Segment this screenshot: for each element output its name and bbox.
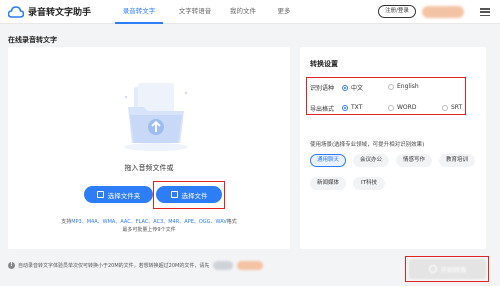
page-title: 在线录音转文字 [8, 36, 57, 44]
scene-tag-chat[interactable]: 通用聊天 [310, 154, 346, 167]
folder-icon [96, 191, 104, 198]
radio-icon [442, 104, 448, 111]
formats-list: MP3、M4A、WMA、AAC、FLAC、AC3、M4R、APE、OGG、WAV [71, 219, 227, 225]
format-option-txt[interactable]: TXT [342, 104, 362, 111]
info-icon: ! [8, 262, 15, 269]
settings-panel: 转换设置 识别语种 中文 English 导出格式 TXT WORD SRT 使… [300, 47, 486, 249]
format-option-srt-label: SRT [451, 104, 463, 111]
select-folder-button[interactable]: 选择文件夹 [84, 186, 153, 203]
scene-tag-writing[interactable]: 情感写作 [396, 154, 432, 167]
scene-tag-news[interactable]: 新闻媒体 [310, 177, 346, 190]
cloud-logo-icon [8, 5, 24, 18]
radio-selected-icon [342, 84, 348, 91]
formats-prefix: 支持 [61, 219, 72, 225]
top-bar: 录音转文字助手 录音转文字 文字转语音 我的文件 更多 注册/登录 [0, 0, 500, 24]
format-option-srt[interactable]: SRT [442, 104, 462, 111]
blurred-upgrade-link[interactable] [237, 261, 264, 270]
language-option-en-label: English [397, 83, 419, 90]
app-logo[interactable]: 录音转文字助手 [8, 5, 91, 18]
format-label: 导出格式 [310, 106, 335, 113]
supported-formats: 支持MP3、M4A、WMA、AAC、FLAC、AC3、M4R、APE、OGG、W… [8, 218, 290, 225]
highlight-box-select-file [153, 181, 225, 209]
format-row: 导出格式 [310, 104, 342, 113]
language-option-zh[interactable]: 中文 [342, 83, 363, 92]
language-option-en[interactable]: English [388, 83, 419, 90]
main-nav: 录音转文字 文字转语音 我的文件 更多 [112, 0, 294, 24]
upload-limit-text: 最多可批量上传9个文件 [122, 227, 176, 233]
scene-description: 使用场景(选择专业领域，可提升相对识别效果) [310, 142, 425, 148]
format-option-word[interactable]: WORD [388, 104, 416, 111]
formats-suffix: 格式 [226, 219, 237, 225]
start-convert-label: 开始转换 [440, 266, 467, 274]
radio-selected-icon [342, 104, 348, 111]
login-button[interactable]: 注册/登录 [378, 5, 416, 18]
user-avatar-blurred[interactable] [422, 6, 464, 18]
hamburger-menu-icon[interactable] [480, 8, 490, 17]
language-label: 识别语种 [310, 85, 335, 92]
size-notice-text: 自动录音转文字体验员单次仅可转换小于20M的文件，若想转换超过20M的文件，请先 [18, 263, 210, 269]
format-option-word-label: WORD [397, 104, 417, 111]
app-title: 录音转文字助手 [28, 8, 92, 18]
nav-tab-more[interactable]: 更多 [274, 0, 294, 24]
convert-icon [428, 265, 437, 273]
drop-label: 拖入音频文件或 [124, 164, 174, 172]
scene-tag-meeting[interactable]: 会议办公 [353, 154, 389, 167]
scene-tag-it[interactable]: IT科技 [353, 177, 385, 190]
start-convert-button[interactable]: 开始转换 [409, 259, 486, 279]
nav-tab-text-to-speech[interactable]: 文字转语音 [174, 0, 216, 24]
radio-icon [388, 104, 394, 111]
radio-icon [388, 83, 394, 90]
language-option-zh-label: 中文 [351, 85, 364, 92]
scene-tag-education[interactable]: 教育培训 [439, 154, 475, 167]
format-option-txt-label: TXT [351, 104, 363, 111]
language-row: 识别语种 [310, 83, 342, 92]
upload-dropzone[interactable]: 拖入音频文件或 选择文件夹 选择文件 支持MP3、M4A、WMA、AAC、FLA… [8, 47, 290, 249]
nav-tab-my-files[interactable]: 我的文件 [226, 0, 260, 24]
upload-folder-illustration-icon [120, 77, 192, 153]
blurred-price [213, 261, 234, 270]
select-folder-label: 选择文件夹 [107, 191, 141, 200]
size-notice: ! 自动录音转文字体验员单次仅可转换小于20M的文件，若想转换超过20M的文件，… [8, 261, 264, 270]
settings-title: 转换设置 [310, 60, 338, 68]
nav-tab-audio-to-text[interactable]: 录音转文字 [114, 0, 164, 24]
